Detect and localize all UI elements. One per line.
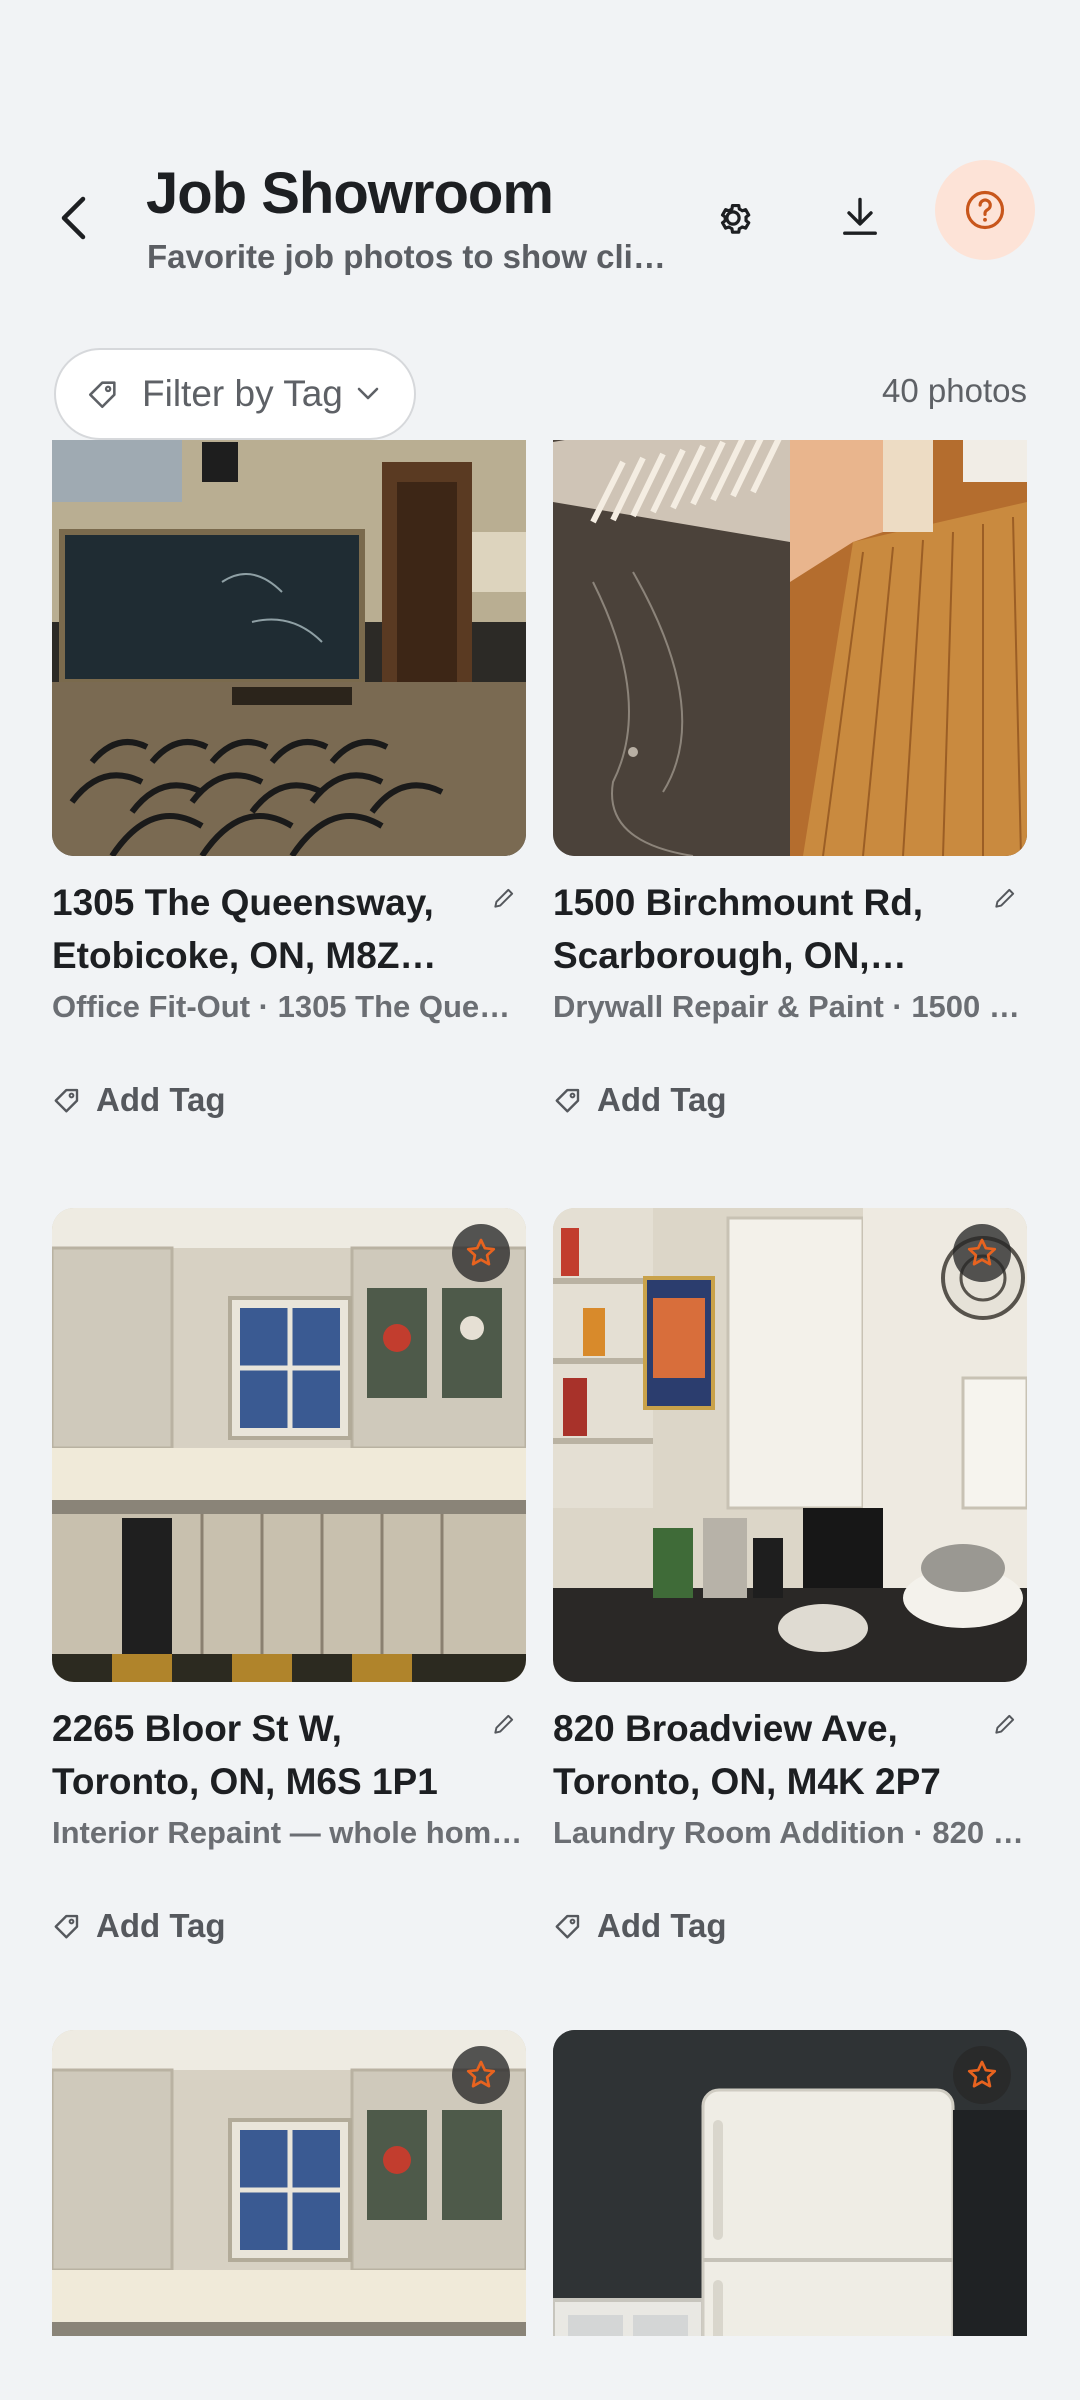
job-card (52, 2030, 526, 2336)
job-address: 820 Broadview Ave, Toronto, ON, M4K 2P7 (553, 1708, 941, 1802)
favorite-star-button[interactable] (452, 1224, 510, 1282)
pencil-icon (494, 1714, 514, 1734)
add-tag-button[interactable]: Add Tag (52, 1904, 526, 1948)
filter-by-tag-button[interactable]: Filter by Tag (54, 348, 416, 440)
job-showroom-screen: Job Showroom Favorite job photos to show… (0, 0, 1080, 2400)
pencil-icon (995, 888, 1015, 908)
job-card (553, 2030, 1027, 2336)
tag-icon (54, 1088, 79, 1113)
job-photo-kitchen-stove[interactable] (553, 1208, 1027, 1682)
edit-address-button[interactable] (482, 1702, 526, 1746)
job-card: 1305 The Queensway, Etobicoke, ON, M8Z 1… (52, 440, 526, 1122)
add-tag-label: Add Tag (597, 1907, 727, 1944)
job-card: 2265 Bloor St W, Toronto, ON, M6S 1P1 In… (52, 1208, 526, 1948)
star-icon (967, 2060, 997, 2088)
job-description: Drywall Repair & Paint · 1500 B… (553, 989, 1027, 1024)
address-row: 1305 The Queensway, Etobicoke, ON, M8Z 1… (52, 876, 526, 986)
gear-icon (720, 204, 751, 234)
photo-count: 40 photos (882, 372, 1027, 409)
job-card: 820 Broadview Ave, Toronto, ON, M4K 2P7 … (553, 1208, 1027, 1948)
tag-icon (555, 1914, 580, 1939)
job-description: Interior Repaint — whole hom… (52, 1815, 523, 1850)
back-button[interactable] (46, 182, 100, 254)
add-tag-button[interactable]: Add Tag (553, 1904, 1027, 1948)
job-photo-kitchen[interactable] (52, 1208, 526, 1682)
filter-label: Filter by Tag (142, 373, 343, 414)
tag-icon (88, 381, 116, 409)
favorite-star-button[interactable] (452, 2046, 510, 2104)
job-address: 1500 Birchmount Rd, Scarborough, ON, M1P… (553, 882, 924, 976)
add-tag-button[interactable]: Add Tag (553, 1078, 1027, 1122)
chevron-left-icon (61, 196, 86, 240)
star-icon (466, 2060, 496, 2088)
chevron-down-icon (357, 387, 379, 401)
edit-address-button[interactable] (482, 876, 526, 920)
job-photo-floor[interactable] (553, 440, 1027, 856)
address-row: 820 Broadview Ave, Toronto, ON, M4K 2P7 (553, 1702, 1027, 1812)
download-icon (843, 197, 877, 235)
pencil-icon (995, 1714, 1015, 1734)
job-address: 1305 The Queensway, Etobicoke, ON, M8Z 1… (52, 882, 434, 976)
photo-image (553, 1208, 1027, 1682)
favorite-star-button[interactable] (953, 1224, 1011, 1282)
job-photo-refrigerator[interactable] (553, 2030, 1027, 2336)
page-subtitle: Favorite job photos to show clie… (147, 238, 667, 275)
photo-image (553, 440, 1027, 856)
help-button[interactable] (935, 160, 1035, 260)
edit-address-button[interactable] (983, 876, 1027, 920)
download-button[interactable] (822, 180, 898, 256)
pencil-icon (494, 888, 514, 908)
job-description: Office Fit-Out · 1305 The Que… (52, 989, 511, 1024)
star-icon (466, 1238, 496, 1266)
job-photo-classroom[interactable] (52, 440, 526, 856)
job-address: 2265 Bloor St W, Toronto, ON, M6S 1P1 (52, 1708, 438, 1802)
photo-image (52, 1208, 526, 1682)
photo-grid[interactable]: 1305 The Queensway, Etobicoke, ON, M8Z 1… (0, 440, 1080, 2336)
job-description: Laundry Room Addition · 820 … (553, 1815, 1024, 1850)
tag-icon (555, 1088, 580, 1113)
add-tag-label: Add Tag (96, 1081, 226, 1118)
add-tag-label: Add Tag (597, 1081, 727, 1118)
settings-button[interactable] (695, 180, 771, 256)
address-row: 1500 Birchmount Rd, Scarborough, ON, M1P… (553, 876, 1027, 986)
help-icon (965, 190, 1005, 230)
photo-image (52, 440, 526, 856)
star-icon (967, 1238, 997, 1266)
add-tag-label: Add Tag (96, 1907, 226, 1944)
address-row: 2265 Bloor St W, Toronto, ON, M6S 1P1 (52, 1702, 526, 1812)
header: Job Showroom Favorite job photos to show… (0, 0, 1080, 330)
job-photo-kitchen[interactable] (52, 2030, 526, 2336)
favorite-star-button[interactable] (953, 2046, 1011, 2104)
add-tag-button[interactable]: Add Tag (52, 1078, 526, 1122)
edit-address-button[interactable] (983, 1702, 1027, 1746)
page-title: Job Showroom (146, 161, 554, 226)
job-card: 1500 Birchmount Rd, Scarborough, ON, M1P… (553, 440, 1027, 1122)
tag-icon (54, 1914, 79, 1939)
